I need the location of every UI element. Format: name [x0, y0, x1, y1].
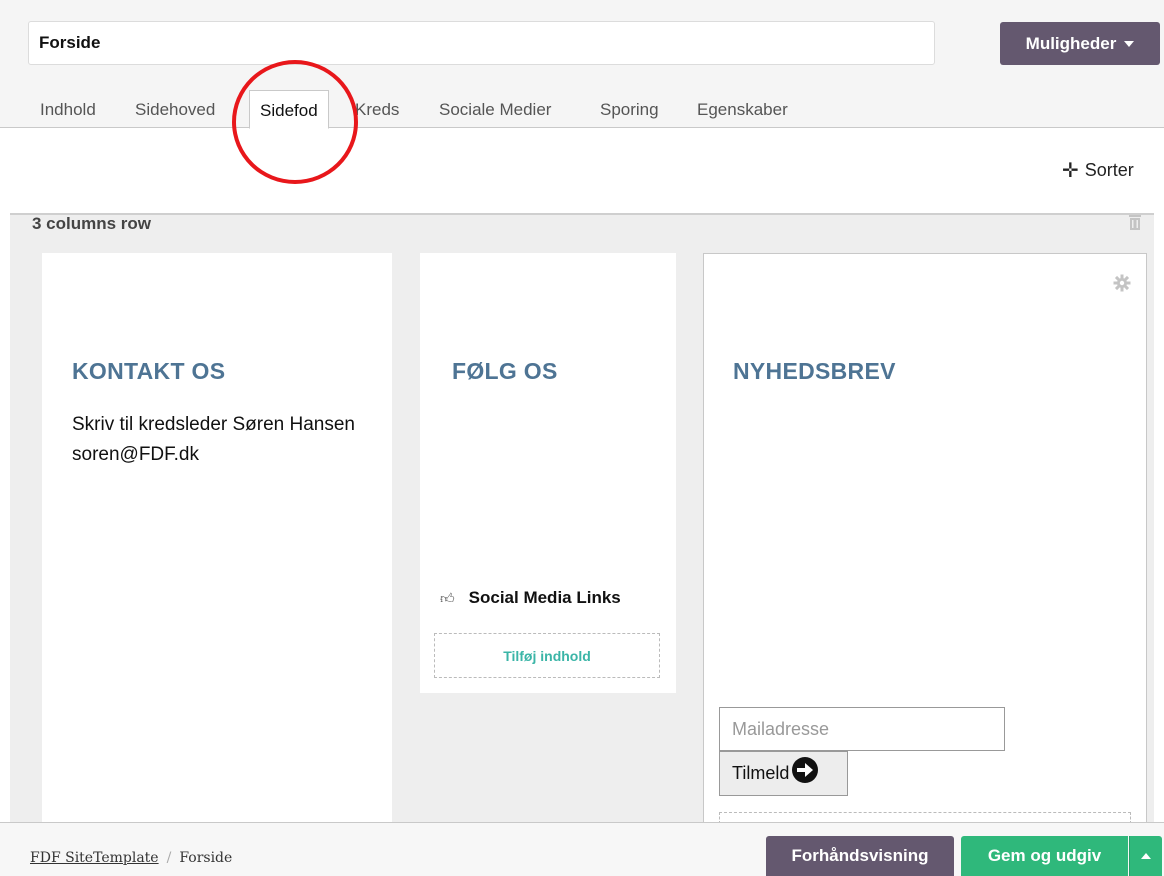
tab-sociale-medier[interactable]: Sociale Medier	[439, 90, 551, 128]
trash-icon[interactable]	[1128, 213, 1142, 233]
tab-egenskaber[interactable]: Egenskaber	[697, 90, 788, 128]
tab-indhold[interactable]: Indhold	[40, 90, 96, 128]
follow-heading: FØLG OS	[452, 358, 558, 384]
contact-text: Skriv til kredsleder Søren Hansen soren@…	[72, 414, 355, 465]
breadcrumb-current: Forside	[179, 850, 233, 866]
contact-heading: KONTAKT OS	[72, 358, 226, 384]
signup-label: Tilmeld	[732, 763, 790, 783]
tab-sidefod[interactable]: Sidefod	[249, 90, 329, 129]
breadcrumb: FDF SiteTemplate / Forside	[30, 850, 232, 866]
publish-menu-toggle[interactable]	[1129, 836, 1162, 876]
options-button-label: Muligheder	[1025, 33, 1117, 53]
caret-down-icon	[1124, 40, 1135, 47]
newsletter-heading: NYHEDSBREV	[733, 358, 896, 384]
column-contact	[42, 253, 392, 823]
caret-up-icon	[1141, 853, 1151, 859]
breadcrumb-separator: /	[166, 850, 172, 866]
tab-sidehoved[interactable]: Sidehoved	[135, 90, 215, 128]
arrow-right-circle-icon	[792, 756, 819, 783]
thumbs-up-icon: 👍︎	[440, 589, 455, 606]
sort-button[interactable]: ✛ Sorter	[1062, 160, 1134, 181]
editor-header: Forside Muligheder Indhold Sidehoved Sid…	[0, 0, 1164, 129]
tab-kreds[interactable]: Kreds	[355, 90, 399, 128]
row-label: 3 columns row	[32, 214, 152, 233]
signup-button[interactable]: Tilmeld	[719, 751, 848, 796]
breadcrumb-root-link[interactable]: FDF SiteTemplate	[30, 850, 159, 866]
social-media-links-item[interactable]: 👍︎ Social Media Links	[440, 588, 621, 608]
mail-address-input[interactable]: Mailadresse	[719, 707, 1005, 751]
tab-sporing[interactable]: Sporing	[600, 90, 659, 128]
social-media-links-label: Social Media Links	[468, 588, 621, 607]
page-title-input[interactable]: Forside	[28, 21, 935, 65]
sort-label: Sorter	[1084, 160, 1134, 180]
move-icon: ✛	[1062, 159, 1079, 182]
save-publish-button[interactable]: Gem og udgiv	[961, 836, 1128, 876]
gear-icon[interactable]	[1113, 274, 1131, 292]
options-button[interactable]: Muligheder	[1000, 22, 1160, 65]
column-follow	[420, 253, 676, 693]
preview-button[interactable]: Forhåndsvisning	[766, 836, 954, 876]
add-content-button[interactable]: Tilføj indhold	[434, 633, 660, 678]
tab-bar: Indhold Sidehoved Sidefod Kreds Sociale …	[0, 90, 1164, 129]
